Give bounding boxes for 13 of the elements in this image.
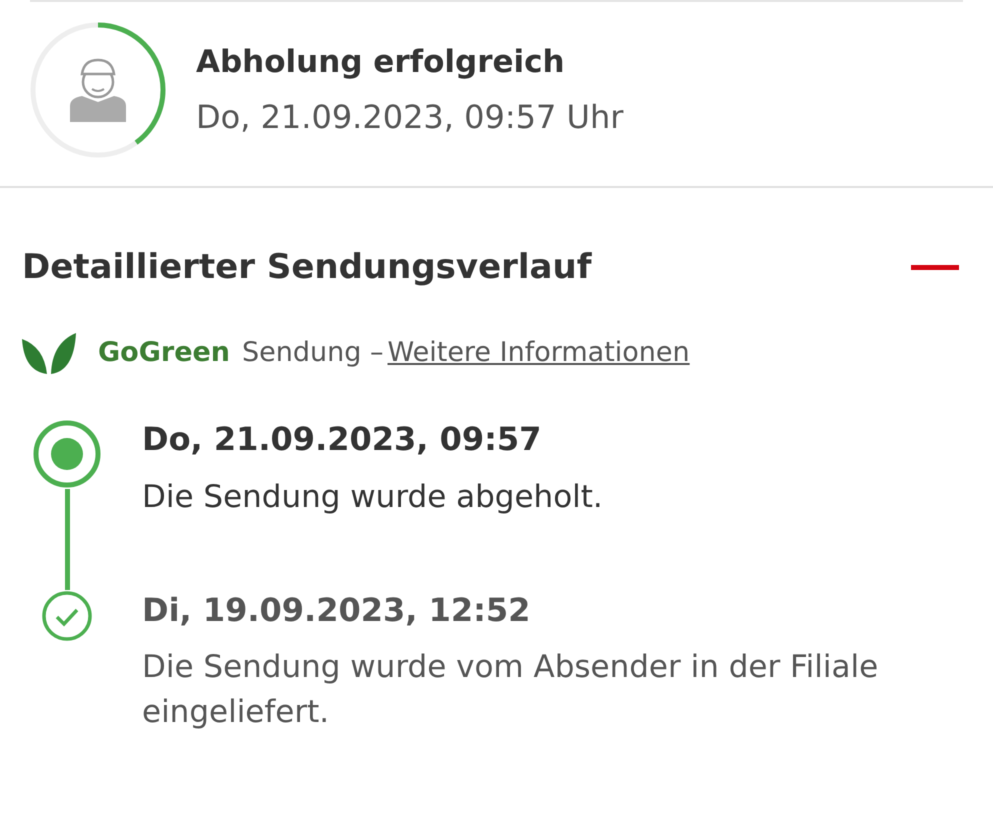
section-heading: Detaillierter Sendungsverlauf xyxy=(22,246,592,289)
status-time: Do, 21.09.2023, 09:57 Uhr xyxy=(196,97,624,138)
event-description: Die Sendung wurde abgeholt. xyxy=(142,478,603,517)
status-title: Abholung erfolgreich xyxy=(196,42,566,82)
event-description: Die Sendung wurde vom Absender in der Filiale eingeliefert. xyxy=(142,648,880,732)
leaves-icon xyxy=(20,331,78,375)
event-time: Do, 21.09.2023, 09:57 xyxy=(142,419,542,460)
info-link[interactable]: Weitere Informationen xyxy=(388,332,690,374)
gogreen-label: GoGreen xyxy=(98,336,230,370)
event-time: Di, 19.09.2023, 12:52 xyxy=(142,590,532,631)
courier-icon xyxy=(68,56,128,122)
shipment-label: Sendung – xyxy=(242,336,384,370)
collapse-icon[interactable] xyxy=(911,265,959,270)
